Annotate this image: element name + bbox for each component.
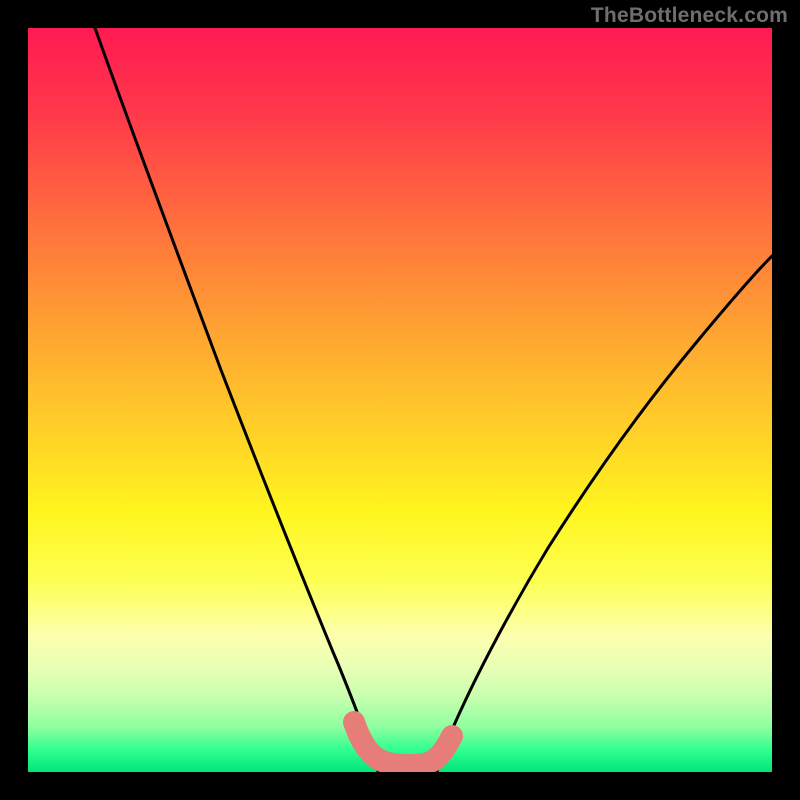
chart-frame: TheBottleneck.com [0, 0, 800, 800]
trough-marker [354, 722, 452, 765]
right-curve [437, 256, 772, 772]
watermark-text: TheBottleneck.com [591, 4, 788, 28]
plot-area [28, 28, 772, 772]
curve-overlay [28, 28, 772, 772]
left-curve [95, 28, 378, 772]
